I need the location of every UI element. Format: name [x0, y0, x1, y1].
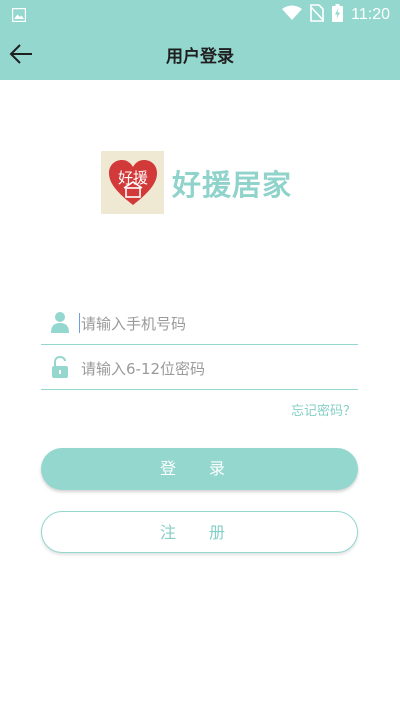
password-field: [41, 347, 358, 390]
wifi-icon: [282, 5, 303, 25]
logo-badge: 好援: [101, 151, 164, 214]
battery-charging-icon: [332, 4, 344, 26]
forgot-password-link[interactable]: 忘记密码？: [291, 400, 356, 419]
page-title: 用户登录: [166, 47, 234, 67]
login-button[interactable]: 登 录: [41, 448, 358, 490]
status-bar: 11:20: [0, 0, 400, 28]
image-icon: [11, 7, 27, 26]
status-time: 11:20: [351, 6, 390, 23]
app-logo: 好援 好援居家: [101, 151, 292, 214]
no-sim-icon: [309, 4, 325, 26]
password-input[interactable]: [79, 353, 353, 385]
lock-icon: [51, 355, 69, 382]
app-name: 好援居家: [172, 167, 293, 202]
phone-field: [41, 302, 358, 345]
app-bar: 用户登录: [0, 28, 400, 80]
phone-input[interactable]: [79, 308, 353, 340]
user-icon: [51, 311, 69, 337]
register-button[interactable]: 注 册: [41, 511, 358, 553]
logo-badge-text: 好援: [117, 169, 147, 187]
